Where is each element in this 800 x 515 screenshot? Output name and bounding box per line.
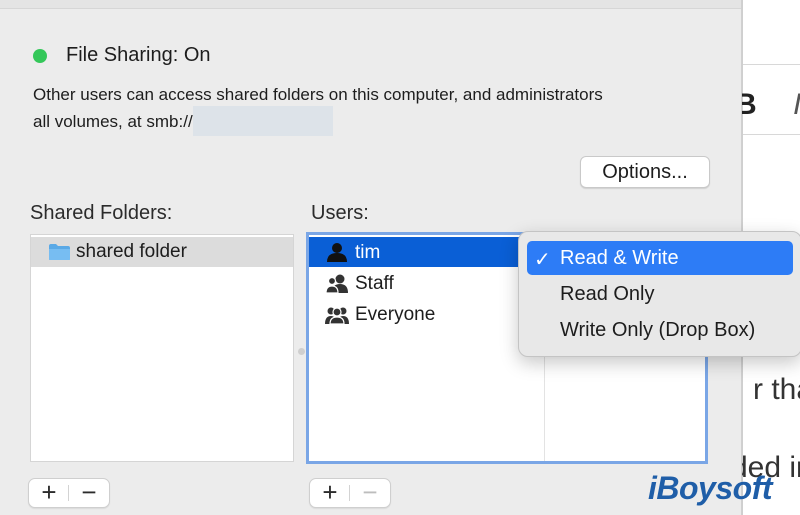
toolbar-divider	[743, 64, 800, 65]
shared-folders-controls: + −	[28, 478, 110, 508]
menu-item-label: Read Only	[560, 283, 655, 305]
permission-menu: ✓ Read & Write Read Only Write Only (Dro…	[518, 231, 800, 357]
options-button[interactable]: Options...	[580, 156, 710, 188]
add-shared-folder-button[interactable]: +	[29, 479, 69, 507]
smb-address-prefix: all volumes, at smb://	[33, 112, 193, 131]
toolbar-divider	[743, 134, 800, 135]
file-sharing-status: File Sharing: On	[66, 44, 211, 66]
group-icon	[325, 274, 348, 293]
person-icon	[327, 243, 347, 262]
shared-folders-heading: Shared Folders:	[30, 202, 173, 224]
shared-folders-list[interactable]: shared folder	[30, 234, 294, 462]
users-controls: + −	[309, 478, 391, 508]
menu-item-read-write[interactable]: ✓ Read & Write	[527, 241, 793, 275]
checkmark-icon: ✓	[534, 249, 551, 271]
split-resize-handle[interactable]	[298, 348, 305, 355]
description-line-2: all volumes, at smb://	[33, 106, 703, 136]
menu-item-label: Write Only (Drop Box)	[560, 319, 756, 341]
shared-folder-name: shared folder	[76, 241, 187, 262]
iboysoft-watermark: iBoysoft	[648, 470, 773, 506]
everyone-icon	[325, 307, 349, 324]
user-row-tim[interactable]: tim	[309, 237, 544, 267]
user-name: Staff	[355, 273, 394, 294]
status-indicator-dot	[33, 49, 47, 63]
shared-folder-item[interactable]: shared folder	[31, 237, 293, 267]
user-row-staff[interactable]: Staff	[309, 268, 544, 298]
users-heading: Users:	[311, 202, 369, 224]
menu-item-read-only[interactable]: Read Only	[527, 277, 793, 311]
remove-user-button[interactable]: −	[350, 479, 390, 507]
document-text-fragment: r that	[753, 373, 800, 406]
sharing-description: Other users can access shared folders on…	[33, 84, 703, 136]
user-name: tim	[355, 242, 381, 263]
remove-shared-folder-button[interactable]: −	[69, 479, 109, 507]
italic-format-button[interactable]: I	[793, 88, 800, 122]
user-row-everyone[interactable]: Everyone	[309, 299, 544, 329]
folder-icon	[49, 244, 70, 260]
menu-item-label: Read & Write	[560, 247, 679, 269]
redacted-address	[192, 106, 333, 136]
panel-top-edge	[0, 0, 741, 9]
user-name: Everyone	[355, 304, 436, 325]
description-line-1: Other users can access shared folders on…	[33, 85, 603, 104]
add-user-button[interactable]: +	[310, 479, 350, 507]
menu-item-write-only[interactable]: Write Only (Drop Box)	[527, 313, 793, 347]
